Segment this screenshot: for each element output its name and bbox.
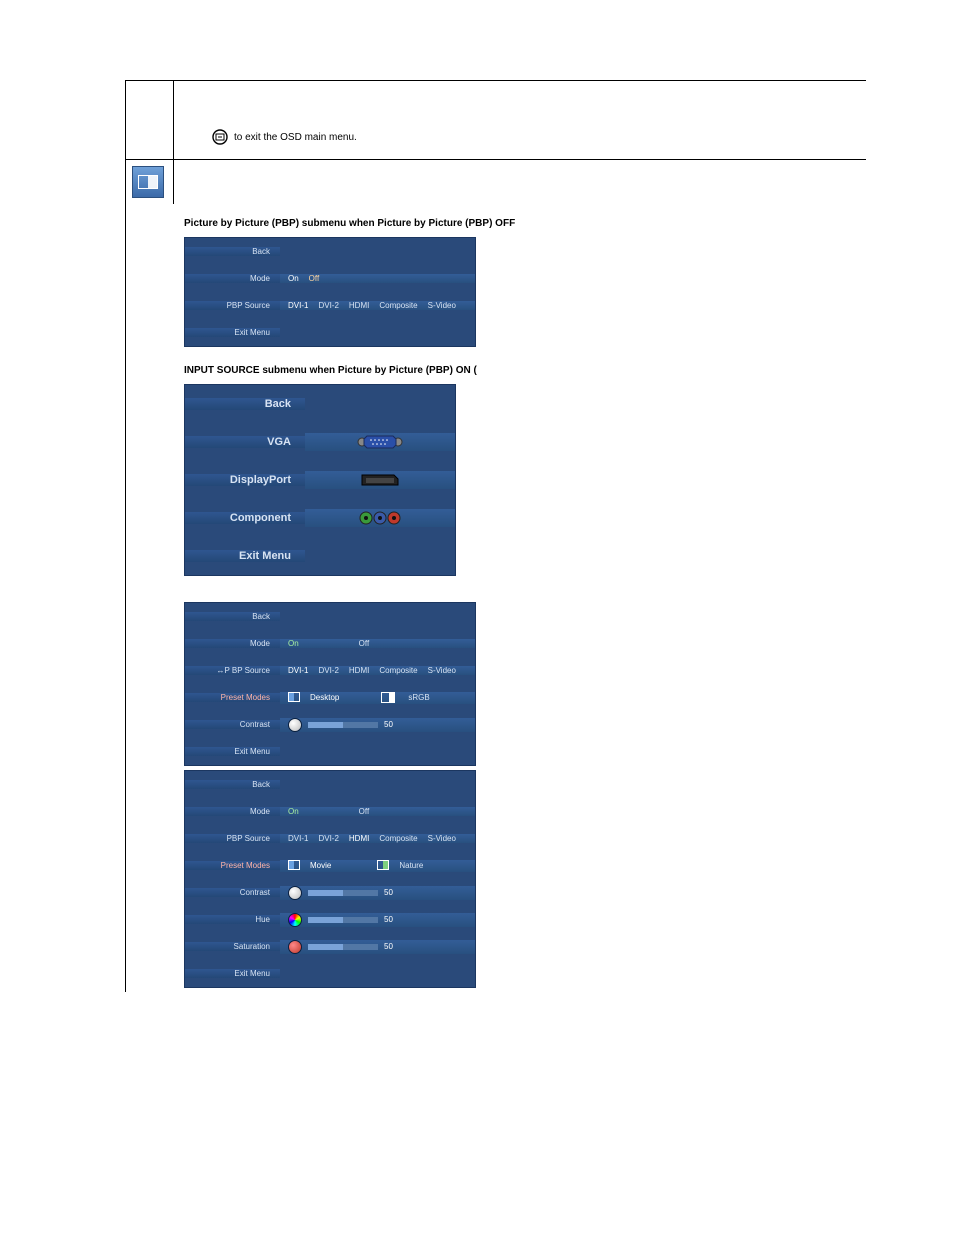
a-opt-dvi2[interactable]: DVI-2: [318, 666, 338, 675]
b-hue-val: 50: [384, 915, 393, 924]
a-opt-composite[interactable]: Composite: [379, 666, 417, 675]
a-label-back: Back: [185, 612, 280, 621]
b-opt-composite[interactable]: Composite: [379, 834, 417, 843]
component-connector-icon: [356, 509, 404, 527]
b-opt-svideo[interactable]: S-Video: [428, 834, 456, 843]
osd-row-back[interactable]: Back: [185, 238, 475, 265]
b-row-exit[interactable]: Exit Menu: [185, 960, 475, 987]
a-opt-dvi1[interactable]: DVI-1: [288, 666, 308, 675]
b-hue-slider[interactable]: 50: [288, 913, 393, 927]
b-row-hue[interactable]: Hue 50: [185, 906, 475, 933]
b-saturation-val: 50: [384, 942, 393, 951]
opt-composite[interactable]: Composite: [379, 301, 417, 310]
b-opt-movie[interactable]: Movie: [310, 861, 331, 870]
a-contrast-slider[interactable]: 50: [288, 718, 393, 732]
pbp-left-icon-b: [288, 860, 300, 872]
a-row-back[interactable]: Back: [185, 603, 475, 630]
pbp-section-icon: [132, 166, 164, 198]
b-row-mode[interactable]: Mode On Off: [185, 798, 475, 825]
label-pbp-source: PBP Source: [185, 301, 280, 310]
displayport-connector-icon: [358, 471, 402, 489]
a-label-pbpsource: ↔PBP Source: [185, 666, 280, 675]
heading-pbp-off: Picture by Picture (PBP) submenu when Pi…: [184, 218, 856, 229]
opt-mode-on[interactable]: On: [288, 274, 299, 283]
vga-connector-icon: [357, 433, 403, 451]
osd2-row-exit[interactable]: Exit Menu: [185, 537, 455, 575]
label-component: Component: [185, 512, 305, 524]
b-row-contrast[interactable]: Contrast 50: [185, 879, 475, 906]
a-label-contrast: Contrast: [185, 720, 280, 729]
opt-svideo[interactable]: S-Video: [428, 301, 456, 310]
exit-osd-text: to exit the OSD main menu.: [234, 132, 357, 143]
a-row-pbpsource[interactable]: ↔PBP Source DVI-1 DVI-2 HDMI Composite S…: [185, 657, 475, 684]
b-saturation-slider[interactable]: 50: [288, 940, 393, 954]
osd-row-pbp-source[interactable]: PBP Source DVI-1 DVI-2 HDMI Composite S-…: [185, 292, 475, 319]
b-label-back: Back: [185, 780, 280, 789]
osd-row-exit[interactable]: Exit Menu: [185, 319, 475, 346]
osd-input-source: Back VGA DisplayPort: [184, 384, 456, 576]
label-exit: Exit Menu: [185, 328, 280, 337]
b-opt-dvi2[interactable]: DVI-2: [318, 834, 338, 843]
b-label-pbpsource: PBP Source: [185, 834, 280, 843]
opt-dvi2[interactable]: DVI-2: [318, 301, 338, 310]
heading-pbp-on: INPUT SOURCE submenu when Picture by Pic…: [184, 365, 856, 376]
a-label-preset: Preset Modes: [185, 693, 280, 702]
b-label-saturation: Saturation: [185, 942, 280, 951]
b-opt-off[interactable]: Off: [359, 807, 370, 816]
pbp-right-icon-b: [377, 860, 389, 872]
a-opt-off[interactable]: Off: [359, 639, 370, 648]
label-vga: VGA: [185, 436, 305, 448]
osd2-row-component[interactable]: Component: [185, 499, 455, 537]
b-label-hue: Hue: [185, 915, 280, 924]
b-contrast-slider[interactable]: 50: [288, 886, 393, 900]
a-row-mode[interactable]: Mode On Off: [185, 630, 475, 657]
a-opt-srgb[interactable]: sRGB: [408, 693, 429, 702]
label-mode: Mode: [185, 274, 280, 283]
osd-pbp-off: Back Mode On Off PBP Source DVI-1: [184, 237, 476, 347]
osd2-row-back[interactable]: Back: [185, 385, 455, 423]
b-label-preset: Preset Modes: [185, 861, 280, 870]
opt-mode-off[interactable]: Off: [309, 274, 320, 283]
b-label-contrast: Contrast: [185, 888, 280, 897]
a-row-exit[interactable]: Exit Menu: [185, 738, 475, 765]
osd2-row-vga[interactable]: VGA: [185, 423, 455, 461]
osd-pbp-on-a: Back Mode On Off ↔PBP Source DVI-1: [184, 602, 476, 766]
b-opt-nature[interactable]: Nature: [399, 861, 423, 870]
b-row-pbpsource[interactable]: PBP Source DVI-1 DVI-2 HDMI Composite S-…: [185, 825, 475, 852]
pbp-left-icon: [288, 692, 300, 704]
osd-row-mode[interactable]: Mode On Off: [185, 265, 475, 292]
label-back: Back: [185, 247, 280, 256]
b-opt-hdmi[interactable]: HDMI: [349, 834, 369, 843]
a-opt-on[interactable]: On: [288, 639, 299, 648]
osd-pbp-on-b: Back Mode On Off PBP Source DVI-1: [184, 770, 476, 988]
a-label-exit: Exit Menu: [185, 747, 280, 756]
pbp-right-icon: [381, 692, 395, 703]
b-row-back[interactable]: Back: [185, 771, 475, 798]
b-label-exit: Exit Menu: [185, 969, 280, 978]
opt-dvi1[interactable]: DVI-1: [288, 301, 308, 310]
exit-osd-line: to exit the OSD main menu.: [184, 129, 856, 157]
a-label-mode: Mode: [185, 639, 280, 648]
a-contrast-val: 50: [384, 720, 393, 729]
exit-menu-icon: [212, 129, 228, 145]
b-label-mode: Mode: [185, 807, 280, 816]
b-opt-dvi1[interactable]: DVI-1: [288, 834, 308, 843]
label-displayport: DisplayPort: [185, 474, 305, 486]
opt-hdmi[interactable]: HDMI: [349, 301, 369, 310]
b-row-saturation[interactable]: Saturation 50: [185, 933, 475, 960]
a-row-contrast[interactable]: Contrast 50: [185, 711, 475, 738]
label-back2: Back: [185, 398, 305, 410]
b-opt-on[interactable]: On: [288, 807, 299, 816]
label-exit2: Exit Menu: [185, 550, 305, 562]
a-opt-desktop[interactable]: Desktop: [310, 693, 339, 702]
b-row-preset[interactable]: Preset Modes Movie Nature: [185, 852, 475, 879]
a-opt-svideo[interactable]: S-Video: [428, 666, 456, 675]
osd2-row-displayport[interactable]: DisplayPort: [185, 461, 455, 499]
a-row-preset[interactable]: Preset Modes Desktop sRGB: [185, 684, 475, 711]
b-contrast-val: 50: [384, 888, 393, 897]
a-opt-hdmi[interactable]: HDMI: [349, 666, 369, 675]
